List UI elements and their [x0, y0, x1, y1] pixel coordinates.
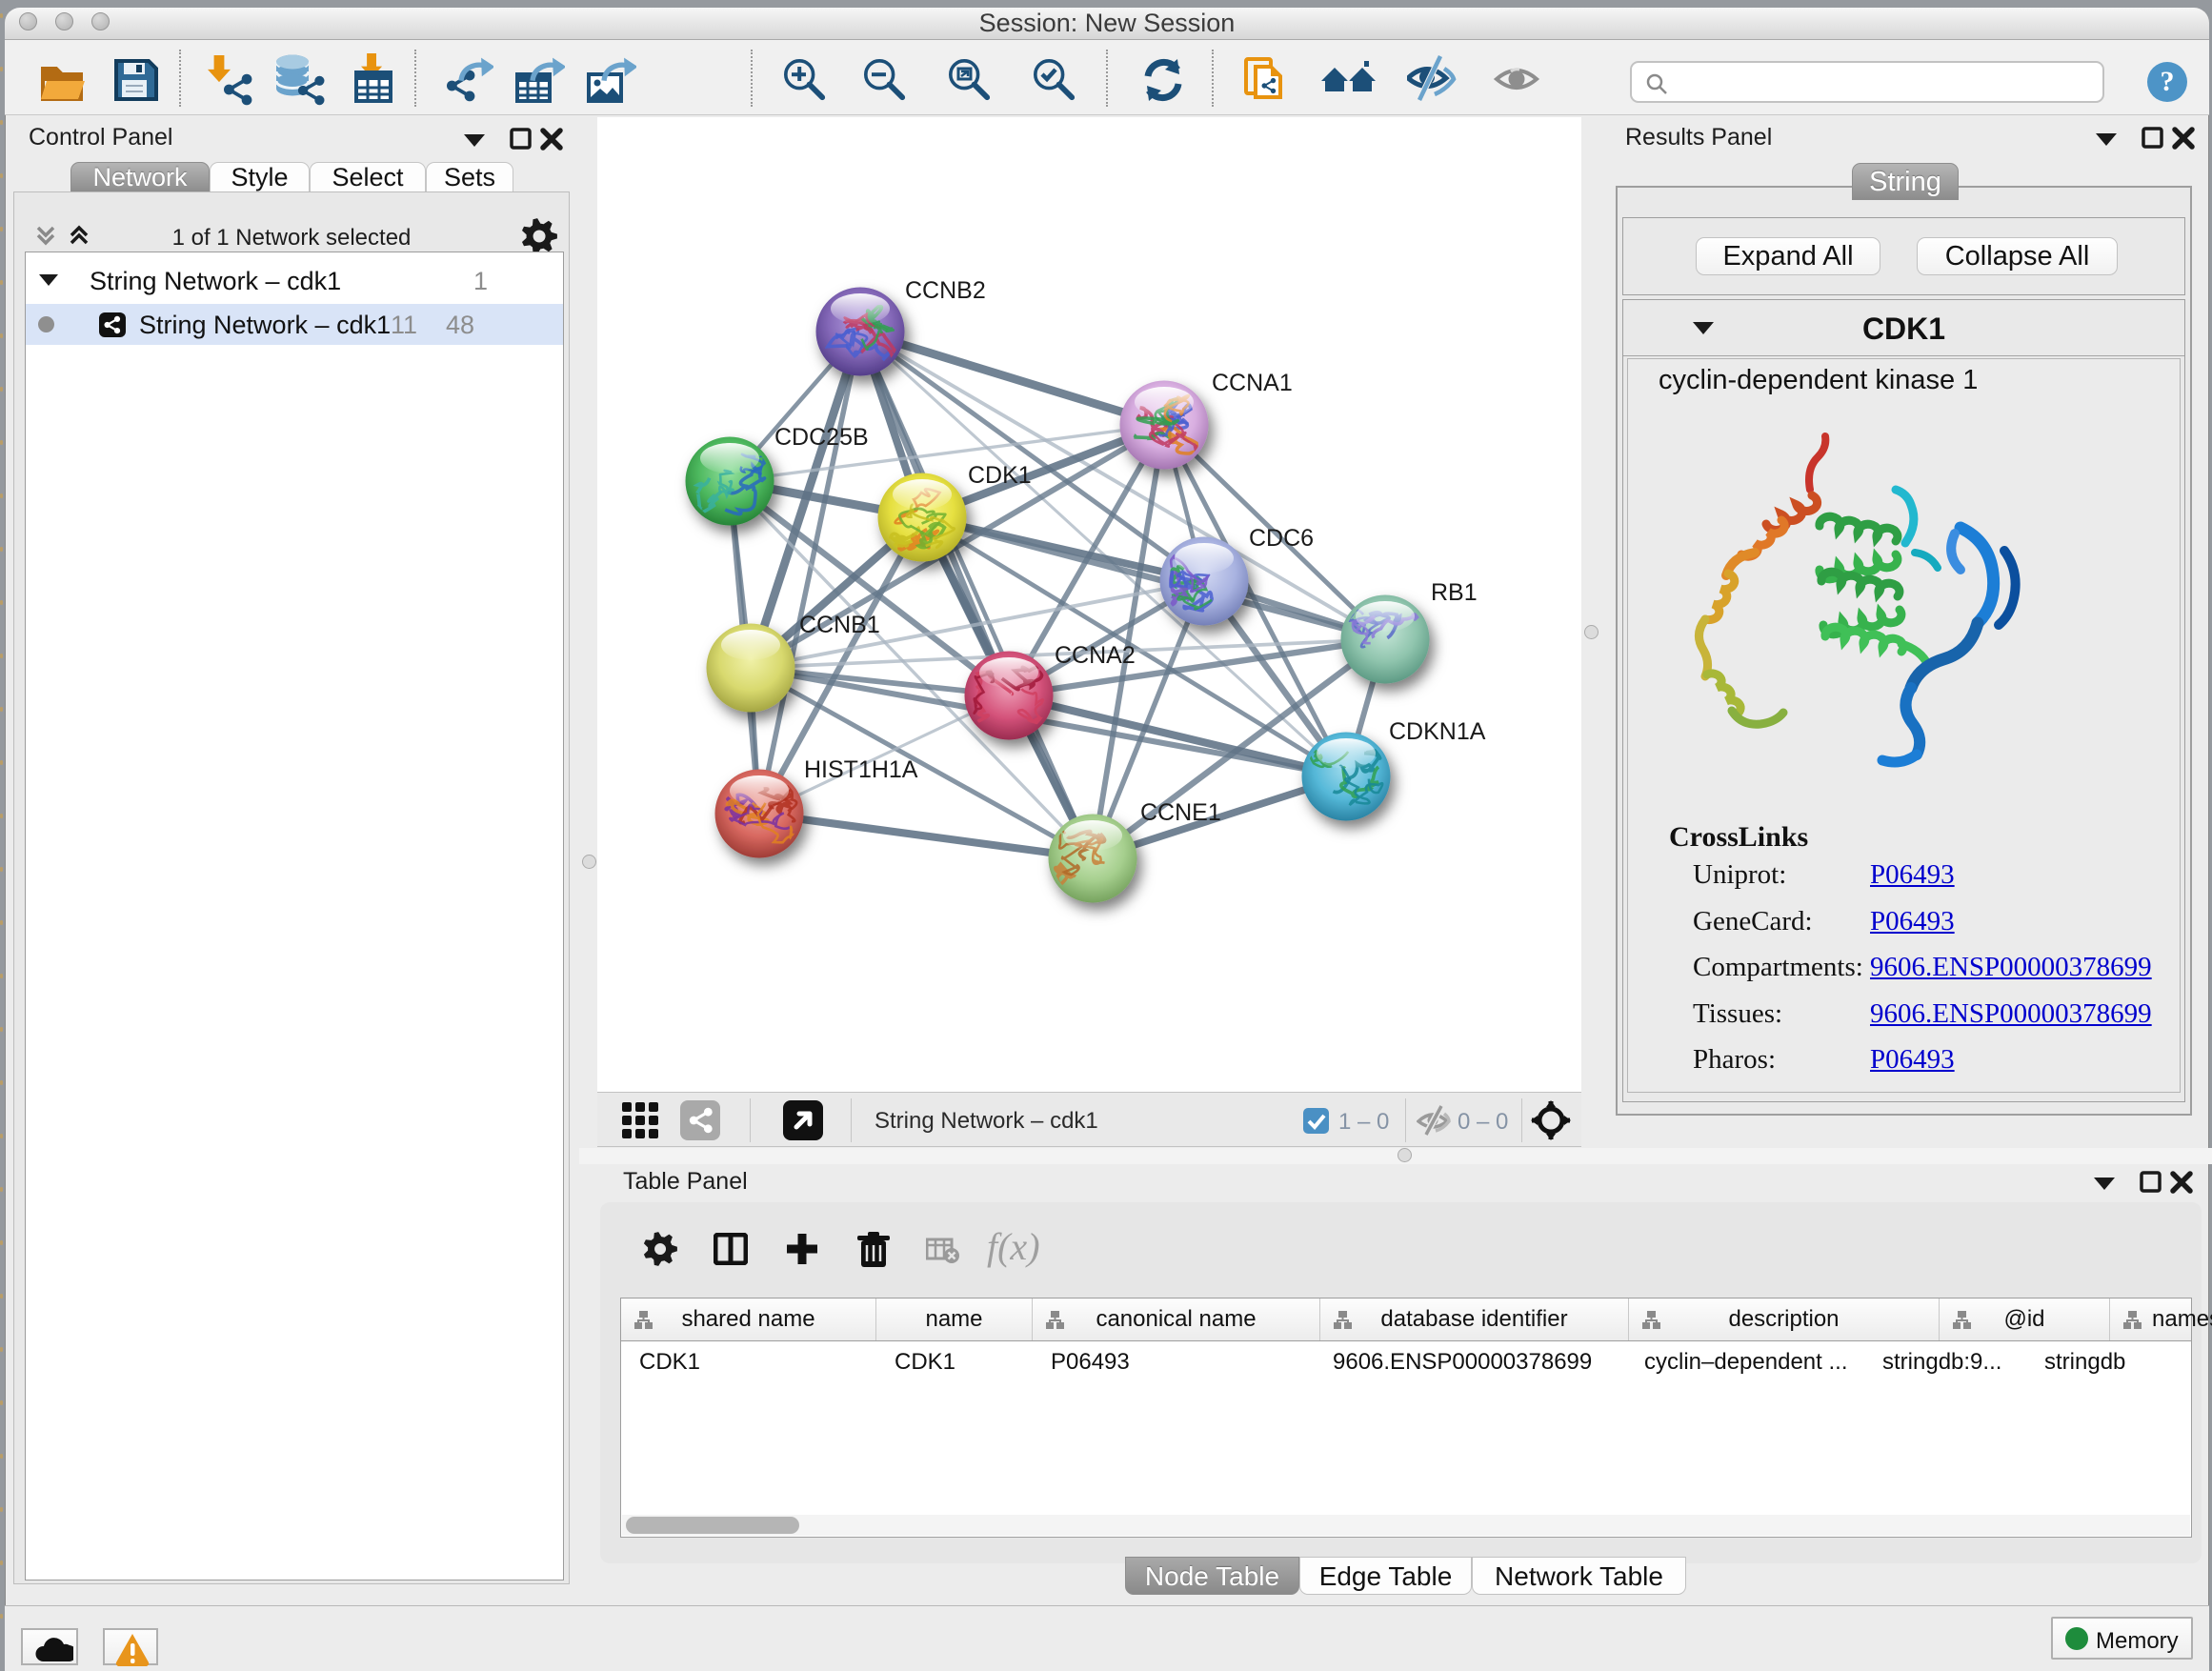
svg-text:CDC25B: CDC25B	[774, 424, 869, 451]
svg-text:CDKN1A: CDKN1A	[1389, 718, 1486, 745]
svg-text:CDC6: CDC6	[1249, 525, 1314, 552]
svg-text:?: ?	[2161, 66, 2175, 97]
svg-text:CCNA1: CCNA1	[1212, 370, 1293, 396]
svg-text:RB1: RB1	[1431, 579, 1478, 606]
svg-text:CCNE1: CCNE1	[1140, 799, 1221, 826]
svg-text:CCNA2: CCNA2	[1055, 642, 1136, 669]
svg-text:CDK1: CDK1	[968, 462, 1032, 489]
svg-text:CCNB1: CCNB1	[799, 612, 880, 638]
svg-text:HIST1H1A: HIST1H1A	[804, 756, 918, 783]
svg-text:CCNB2: CCNB2	[905, 277, 986, 304]
